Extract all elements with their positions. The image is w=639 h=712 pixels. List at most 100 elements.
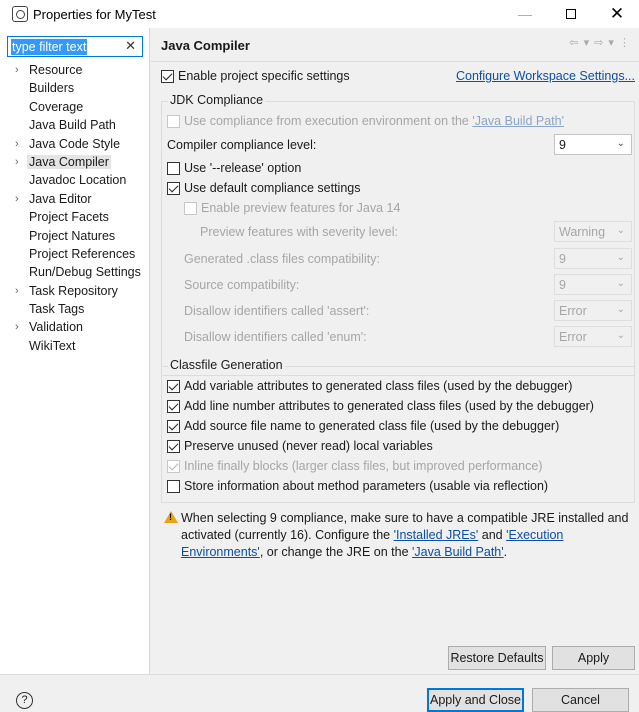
assert-identifier-select[interactable]: Error ⌄ (554, 300, 632, 321)
checkbox-label: Add source file name to generated class … (184, 419, 560, 433)
checkbox-checked-icon[interactable] (167, 400, 180, 414)
checkbox-checked-icon[interactable] (167, 440, 180, 454)
clear-filter-icon[interactable]: ✕ (125, 38, 136, 54)
generated-compat-label: Generated .class files compatibility: (184, 252, 380, 266)
inline-finally-checkbox[interactable]: Inline finally blocks (larger class file… (167, 459, 542, 474)
warning-text: and (478, 528, 507, 542)
warning-text: , or change the JRE on the (259, 545, 412, 559)
chevron-right-icon[interactable]: › (15, 190, 19, 208)
chevron-right-icon[interactable]: › (15, 153, 19, 171)
tree-item-wikitext[interactable]: WikiText (0, 337, 150, 355)
source-compat-select[interactable]: 9 ⌄ (554, 274, 632, 295)
execution-environments-link[interactable]: 'Execution (506, 528, 563, 542)
chevron-right-icon[interactable]: › (15, 61, 19, 79)
tree-item-label: Project Natures (29, 228, 116, 243)
release-option-checkbox[interactable]: Use '--release' option (167, 161, 301, 176)
restore-defaults-button[interactable]: Restore Defaults (448, 646, 546, 670)
tree-item-project-references[interactable]: Project References (0, 245, 150, 263)
tree-item-java-compiler[interactable]: › Java Compiler (0, 153, 150, 171)
compliance-level-label: Compiler compliance level: (167, 138, 317, 152)
select-value: Error (559, 330, 587, 344)
warning-icon (164, 511, 178, 523)
tree-item-label: Java Editor (29, 191, 92, 206)
cancel-button[interactable]: Cancel (532, 688, 629, 712)
checkbox-checked-icon[interactable] (161, 70, 174, 84)
preview-severity-select[interactable]: Warning ⌄ (554, 221, 632, 242)
source-file-name-checkbox[interactable]: Add source file name to generated class … (167, 419, 560, 434)
default-compliance-checkbox[interactable]: Use default compliance settings (167, 181, 360, 196)
checkbox-checked-icon[interactable] (167, 182, 180, 196)
chevron-right-icon[interactable]: › (15, 135, 19, 153)
group-title: JDK Compliance (168, 93, 266, 107)
tree-item-coverage[interactable]: Coverage (0, 98, 150, 116)
enable-preview-checkbox[interactable]: Enable preview features for Java 14 (184, 201, 400, 216)
enum-identifier-label: Disallow identifiers called 'enum': (184, 330, 367, 344)
tree-item-task-repository[interactable]: › Task Repository (0, 282, 150, 300)
checkbox-label: Store information about method parameter… (184, 479, 549, 493)
execution-environments-link[interactable]: Environments' (181, 545, 260, 559)
tree-item-run-debug-settings[interactable]: Run/Debug Settings (0, 263, 150, 281)
tree-item-javadoc-location[interactable]: Javadoc Location (0, 171, 150, 189)
filter-input-text[interactable]: type filter text (11, 38, 88, 55)
tree-item-project-facets[interactable]: Project Facets (0, 208, 150, 226)
apply-and-close-button[interactable]: Apply and Close (427, 688, 524, 712)
chevron-down-icon: ⌄ (616, 252, 625, 263)
tree-item-label: Task Repository (29, 283, 118, 298)
variable-attributes-checkbox[interactable]: Add variable attributes to generated cla… (167, 379, 573, 394)
chevron-right-icon[interactable]: › (15, 318, 19, 336)
minimize-button[interactable]: — (502, 0, 548, 28)
close-button[interactable]: ✕ (594, 0, 639, 28)
checkbox-checked-icon[interactable] (167, 460, 180, 474)
checkbox-icon[interactable] (167, 480, 180, 494)
select-value: 9 (559, 252, 566, 266)
configure-workspace-settings-link[interactable]: Configure Workspace Settings... (456, 69, 635, 83)
tree-item-project-natures[interactable]: Project Natures (0, 227, 150, 245)
history-nav-icons[interactable]: ⇦ ▾ ⇨ ▾ ⋮ (569, 36, 631, 49)
tree-item-java-build-path[interactable]: Java Build Path (0, 116, 150, 134)
tree-item-builders[interactable]: Builders (0, 79, 150, 97)
generated-compat-select[interactable]: 9 ⌄ (554, 248, 632, 269)
checkbox-checked-icon[interactable] (167, 420, 180, 434)
jdk-compliance-group: JDK Compliance Use compliance from execu… (161, 93, 635, 376)
tree-item-java-code-style[interactable]: › Java Code Style (0, 135, 150, 153)
warning-text: activated (currently 16). Configure the (181, 528, 394, 542)
maximize-icon (566, 9, 576, 19)
use-ee-compliance-checkbox[interactable]: Use compliance from execution environmen… (167, 114, 564, 129)
tree-item-validation[interactable]: › Validation (0, 318, 150, 336)
tree-item-java-editor[interactable]: › Java Editor (0, 190, 150, 208)
tree-item-task-tags[interactable]: Task Tags (0, 300, 150, 318)
enable-project-settings-checkbox[interactable]: Enable project specific settings (161, 69, 350, 84)
chevron-right-icon[interactable]: › (15, 282, 19, 300)
apply-button[interactable]: Apply (552, 646, 635, 670)
tree-item-label: Validation (29, 320, 83, 335)
checkbox-icon[interactable] (184, 202, 197, 216)
checkbox-checked-icon[interactable] (167, 380, 180, 394)
chevron-down-icon: ⌄ (616, 138, 625, 149)
method-parameters-checkbox[interactable]: Store information about method parameter… (167, 479, 549, 494)
preserve-unused-variables-checkbox[interactable]: Preserve unused (never read) local varia… (167, 439, 433, 454)
preview-severity-label: Preview features with severity level: (200, 225, 398, 239)
checkbox-icon[interactable] (167, 162, 180, 176)
tree-item-label: Java Code Style (29, 136, 121, 151)
page-header: Java Compiler ⇦ ▾ ⇨ ▾ ⋮ (151, 28, 639, 61)
tree-item-label: Task Tags (29, 302, 85, 317)
java-build-path-link[interactable]: 'Java Build Path' (472, 114, 564, 128)
line-number-attributes-checkbox[interactable]: Add line number attributes to generated … (167, 399, 594, 414)
java-build-path-link[interactable]: 'Java Build Path' (412, 545, 504, 559)
select-value: Error (559, 304, 587, 318)
tree-item-resource[interactable]: › Resource (0, 61, 150, 79)
compliance-level-select[interactable]: 9 ⌄ (554, 134, 632, 155)
help-icon[interactable]: ? (16, 692, 33, 709)
installed-jres-link[interactable]: 'Installed JREs' (394, 528, 479, 542)
tree-item-label: Java Build Path (29, 118, 116, 133)
header-divider (151, 61, 639, 62)
maximize-button[interactable] (548, 0, 594, 28)
enum-identifier-select[interactable]: Error ⌄ (554, 326, 632, 347)
property-page-tree-pane: type filter text ✕ › Resource Builders Cove… (0, 28, 150, 674)
checkbox-label: Add variable attributes to generated cla… (184, 379, 573, 393)
filter-input[interactable]: type filter text ✕ (7, 36, 143, 57)
checkbox-icon[interactable] (167, 115, 180, 129)
minimize-icon: — (518, 6, 532, 22)
tree-item-label: Project Facets (29, 210, 109, 225)
chevron-down-icon: ⌄ (616, 304, 625, 315)
